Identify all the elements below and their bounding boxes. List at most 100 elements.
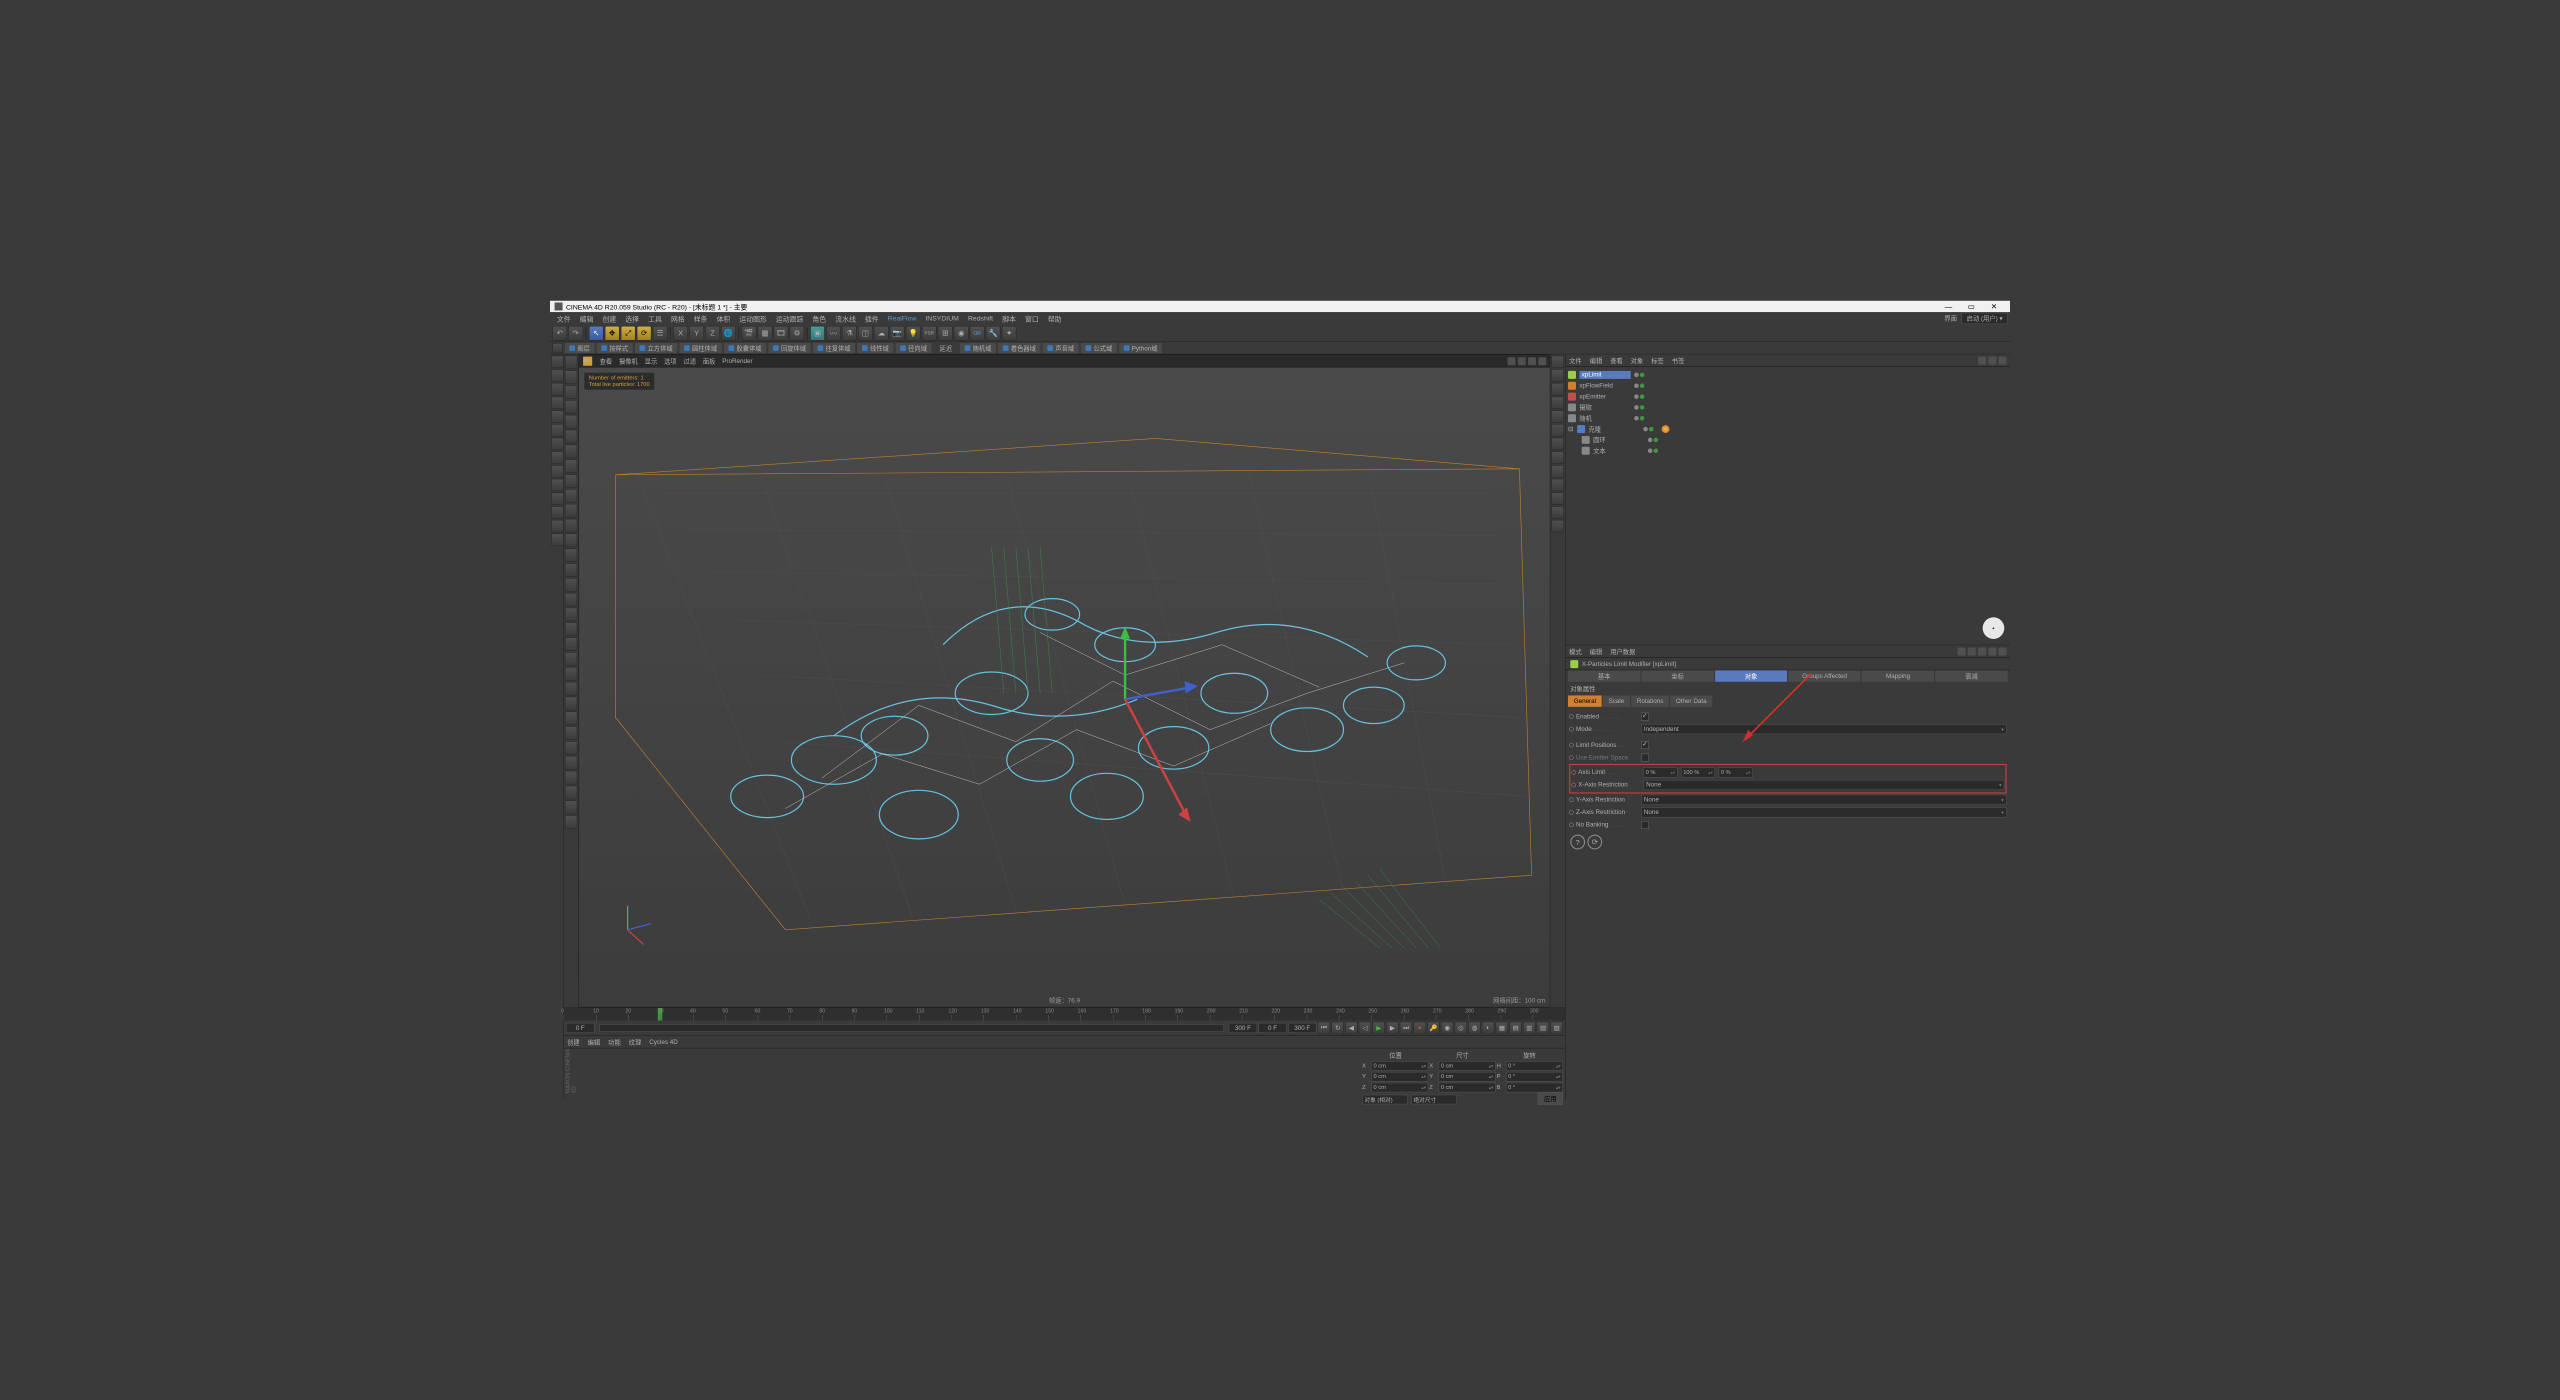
vp-menu-options[interactable]: 选项 — [664, 356, 677, 365]
vp-icon-26[interactable] — [565, 726, 578, 740]
attr-tab-coord[interactable]: 坐标 — [1641, 670, 1713, 681]
obj-row-text[interactable]: 文本 — [1568, 445, 2008, 456]
vp-icon-28[interactable] — [565, 756, 578, 770]
menu-plugins[interactable]: 插件 — [860, 314, 883, 324]
autokey-button[interactable]: 🔑 — [1427, 1022, 1440, 1035]
vprt-icon-10[interactable] — [1551, 479, 1564, 492]
obj-menu-edit[interactable]: 编辑 — [1590, 356, 1603, 365]
minimize-button[interactable]: — — [1937, 301, 1960, 311]
cube-primitive-button[interactable]: ▣ — [810, 326, 825, 341]
mode-polygon-icon[interactable] — [551, 438, 564, 451]
vp-icon-16[interactable] — [565, 578, 578, 592]
timeline-end-frame[interactable]: 300 F — [1229, 1023, 1258, 1033]
palette-delay[interactable]: 延迟 — [934, 343, 958, 352]
obj-menu-file[interactable]: 文件 — [1569, 356, 1582, 365]
vprt-icon-11[interactable] — [1551, 492, 1564, 505]
viewport-3d[interactable]: Number of emitters: 1 Total live particl… — [579, 368, 1550, 1007]
vp-menu-display[interactable]: 显示 — [645, 356, 658, 365]
vp-icon-6[interactable] — [565, 430, 578, 444]
btm-tab-edit[interactable]: 编辑 — [588, 1037, 601, 1046]
attr-refresh-button[interactable]: ⟳ — [1587, 835, 1602, 850]
last-tool[interactable]: ☰ — [653, 326, 668, 341]
obj-search-icon[interactable] — [1978, 356, 1986, 364]
timeline-end-frame-2[interactable]: 300 F — [1288, 1023, 1317, 1033]
btm-tab-function[interactable]: 功能 — [608, 1037, 621, 1046]
vp-nav-zoom-icon[interactable] — [1518, 357, 1526, 365]
vp-icon-18[interactable] — [565, 608, 578, 622]
attr-menu-mode[interactable]: 模式 — [1569, 647, 1582, 656]
record-button[interactable]: ● — [1413, 1022, 1426, 1035]
camera-button[interactable]: 📷 — [890, 326, 905, 341]
coord-size-x[interactable]: 0 cm▴▾ — [1439, 1061, 1496, 1071]
palette-style[interactable]: 按样式 — [597, 343, 633, 353]
obj-eye-icon[interactable] — [1999, 356, 2007, 364]
cloner-tag-icon[interactable] — [1662, 425, 1670, 433]
palette-random-field[interactable]: 随机域 — [960, 343, 996, 353]
key-rot-button[interactable]: ◍ — [1468, 1022, 1481, 1035]
attr-limit-positions-checkbox[interactable] — [1641, 741, 1649, 749]
attr-subtab-rotations[interactable]: Rotations — [1631, 695, 1669, 706]
attr-x-restriction-dropdown[interactable]: None▾ — [1643, 780, 2004, 790]
palette-linear-field[interactable]: 线性域 — [857, 343, 893, 353]
axis-lock-icon[interactable] — [551, 451, 564, 464]
vprt-icon-3[interactable] — [1551, 383, 1564, 396]
vp-icon-21[interactable] — [565, 652, 578, 666]
coord-size-mode-dropdown[interactable]: 绝对尺寸 — [1411, 1095, 1457, 1105]
vp-icon-2[interactable] — [565, 370, 578, 384]
generator-button[interactable]: ⚗ — [842, 326, 857, 341]
palette-menu-icon[interactable] — [552, 343, 562, 353]
vp-icon-11[interactable] — [565, 504, 578, 518]
menu-realflow[interactable]: RealFlow — [883, 314, 921, 322]
palette-spherical-field[interactable]: 往复体域 — [813, 343, 855, 353]
vprt-icon-12[interactable] — [1551, 506, 1564, 519]
vp-icon-22[interactable] — [565, 667, 578, 681]
undo-button[interactable]: ↶ — [552, 326, 567, 341]
vprt-icon-6[interactable] — [1551, 424, 1564, 437]
btm-tab-texture[interactable]: 纹理 — [629, 1037, 642, 1046]
attr-menu-userdata[interactable]: 用户数据 — [1610, 647, 1635, 656]
mode-texture-icon[interactable] — [551, 383, 564, 396]
maximize-button[interactable]: ▭ — [1960, 301, 1983, 311]
render-view-button[interactable]: 🎬 — [742, 326, 757, 341]
tl-opt-5-button[interactable]: ▨ — [1550, 1022, 1563, 1035]
obj-menu-object[interactable]: 对象 — [1631, 356, 1644, 365]
vp-icon-15[interactable] — [565, 563, 578, 577]
snap-settings-icon[interactable] — [551, 492, 564, 505]
menu-pipeline[interactable]: 流水线 — [831, 314, 861, 324]
palette-python-field[interactable]: Python域 — [1119, 343, 1162, 353]
vp-cross-icon[interactable]: ✚ — [583, 356, 593, 366]
mode-edge-icon[interactable] — [551, 424, 564, 437]
tl-opt-3-button[interactable]: ▥ — [1523, 1022, 1536, 1035]
palette-torus-field[interactable]: 回旋体域 — [768, 343, 810, 353]
vp-menu-prorender[interactable]: ProRender — [722, 358, 752, 365]
coord-size-z[interactable]: 0 cm▴▾ — [1439, 1083, 1496, 1093]
menu-mograph[interactable]: 运动图形 — [735, 314, 772, 324]
vp-menu-panel[interactable]: 面板 — [703, 356, 716, 365]
scale-tool[interactable]: ⤢ — [621, 326, 636, 341]
vp-icon-4[interactable] — [565, 400, 578, 414]
vp-icon-9[interactable] — [565, 474, 578, 488]
coord-apply-button[interactable]: 应用 — [1538, 1092, 1563, 1105]
menu-select[interactable]: 选择 — [621, 314, 644, 324]
environment-button[interactable]: ☁ — [874, 326, 889, 341]
attr-nav-back-icon[interactable] — [1958, 647, 1966, 655]
spline-button[interactable]: 〰 — [826, 326, 841, 341]
render-settings-button[interactable]: ⚙ — [790, 326, 805, 341]
vp-nav-pan-icon[interactable] — [1508, 357, 1516, 365]
axis-y-button[interactable]: Y — [689, 326, 704, 341]
attr-no-banking-checkbox[interactable] — [1641, 821, 1649, 829]
palette-radial-field[interactable]: 径向域 — [896, 343, 932, 353]
obj-row-cloner[interactable]: ⊟ 克隆 — [1568, 423, 2008, 434]
quantize-icon[interactable] — [551, 520, 564, 533]
attr-use-emitter-checkbox[interactable] — [1641, 754, 1649, 762]
obj-menu-view[interactable]: 查看 — [1610, 356, 1623, 365]
xparticles-button[interactable]: ✦ — [1002, 326, 1017, 341]
prev-frame-button[interactable]: ◀ — [1345, 1022, 1358, 1035]
render-region-button[interactable]: ▦ — [758, 326, 773, 341]
coord-system-button[interactable]: 🌐 — [721, 326, 736, 341]
vprt-icon-1[interactable] — [1551, 356, 1564, 369]
deformer-button[interactable]: ◫ — [858, 326, 873, 341]
vp-icon-23[interactable] — [565, 682, 578, 696]
snap-icon[interactable] — [551, 479, 564, 492]
timeline-cur-frame[interactable]: 0 F — [1258, 1023, 1287, 1033]
